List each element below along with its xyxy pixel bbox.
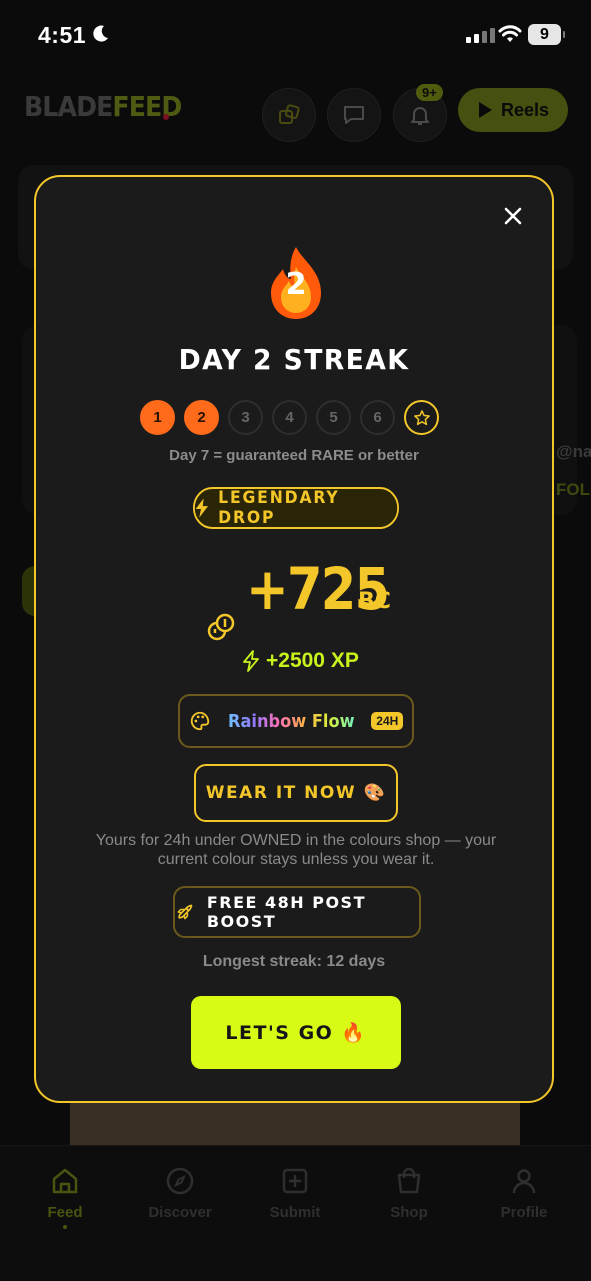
streak-days: 1 2 3 4 5 6 [140, 400, 439, 435]
logo-dot [163, 114, 169, 120]
legendary-drop-badge: LEGENDARY DROP [192, 487, 400, 529]
home-icon [52, 1168, 78, 1194]
reward-name: Rainbow Flow [227, 710, 355, 732]
day-3: 3 [228, 400, 263, 435]
day-7-goal [404, 400, 439, 435]
day-6: 6 [360, 400, 395, 435]
compass-icon [166, 1167, 194, 1195]
nav-profile[interactable]: Profile [474, 1166, 574, 1221]
xp-reward: +2500 XP [242, 649, 359, 673]
notification-badge: 9+ [416, 84, 443, 101]
palette-icon [190, 711, 209, 731]
plus-square-icon [282, 1168, 308, 1194]
lightning-icon [195, 498, 209, 518]
close-icon[interactable] [500, 203, 526, 229]
chat-icon [344, 106, 364, 124]
play-icon [478, 102, 492, 118]
lightning-outline-icon [243, 650, 259, 672]
battery-indicator: 9 [528, 24, 565, 45]
dice-icon [279, 104, 300, 124]
app-logo[interactable]: BLADEFEED [24, 90, 182, 123]
day-2: 2 [184, 400, 219, 435]
nav-shop[interactable]: Shop [359, 1166, 459, 1221]
bottom-nav: Feed Discover Submit Shop Profile [0, 1145, 591, 1281]
modal-title: DAY 2 STREAK [178, 343, 410, 376]
background-follow: FOLL [556, 480, 591, 499]
day-1: 1 [140, 400, 175, 435]
reels-button[interactable]: Reels [458, 88, 568, 132]
nav-submit[interactable]: Submit [245, 1166, 345, 1221]
day-4: 4 [272, 400, 307, 435]
signal-icon [466, 28, 495, 43]
user-icon [512, 1169, 536, 1194]
nav-discover[interactable]: Discover [130, 1166, 230, 1221]
streak-hint: Day 7 = guaranteed RARE or better [169, 447, 419, 464]
bag-icon [397, 1167, 421, 1194]
rainbow-flow-reward: Rainbow Flow 24H [178, 694, 414, 748]
active-indicator [63, 1225, 67, 1229]
coins-icon [207, 613, 235, 641]
bc-unit: BC [358, 589, 391, 614]
reward-note: Yours for 24h under OWNED in the colours… [95, 832, 497, 868]
lets-go-button[interactable]: LET'S GO 🔥 [191, 996, 401, 1069]
streak-modal: 2 DAY 2 STREAK 1 2 3 4 5 6 Day 7 = guara… [34, 175, 554, 1103]
background-handle: @nat [556, 442, 591, 461]
star-icon [413, 409, 430, 425]
wear-it-now-button[interactable]: WEAR IT NOW 🎨 [194, 764, 398, 822]
background-image [70, 1103, 520, 1145]
dice-button[interactable] [262, 88, 316, 142]
duration-badge: 24H [371, 712, 404, 730]
bell-icon [411, 107, 429, 125]
nav-feed[interactable]: Feed [15, 1166, 115, 1229]
streak-number: 2 [285, 267, 307, 302]
rocket-icon [177, 904, 193, 920]
app-header: BLADEFEED Reels [0, 80, 591, 150]
moon-icon [93, 25, 108, 42]
longest-streak: Longest streak: 12 days [202, 953, 386, 970]
post-boost-reward: FREE 48H POST BOOST [173, 886, 421, 938]
messages-button[interactable] [327, 88, 381, 142]
status-time: 4:51 [38, 22, 87, 48]
status-bar: 4:51 9 [0, 0, 591, 70]
wifi-icon [498, 25, 522, 42]
day-5: 5 [316, 400, 351, 435]
